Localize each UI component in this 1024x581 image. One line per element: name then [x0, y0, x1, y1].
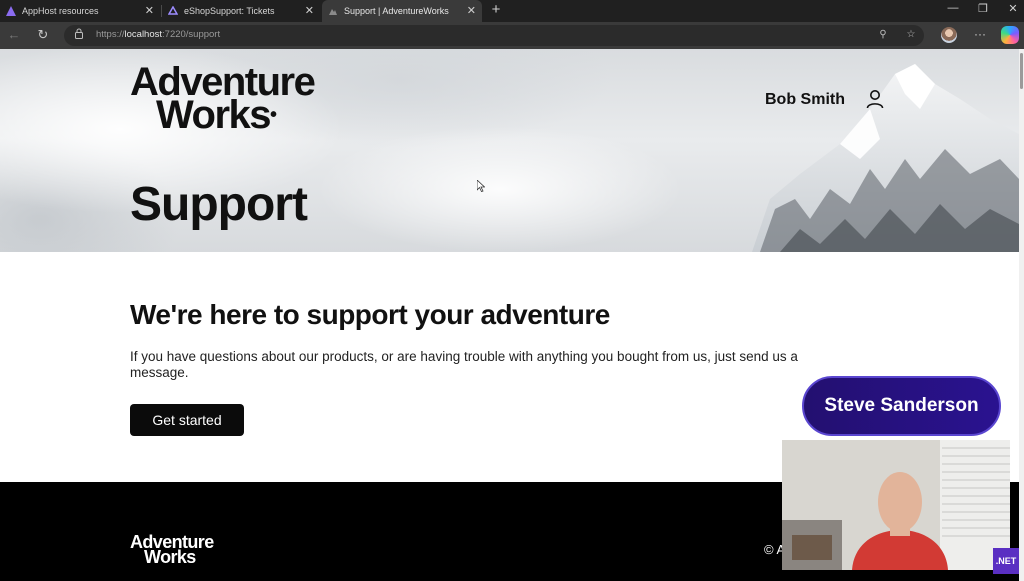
browser-tab-bar: AppHost resources ✕ eShopSupport: Ticket… — [0, 0, 1024, 22]
support-headline: We're here to support your adventure — [130, 299, 610, 330]
logo-line-2: Works — [156, 93, 272, 137]
zoom-icon[interactable]: ⚲ — [876, 28, 890, 42]
back-icon[interactable]: ← — [6, 27, 22, 43]
refresh-icon[interactable]: ↻ — [35, 27, 51, 43]
page-title: Support — [130, 178, 308, 231]
tab-title: eShopSupport: Tickets — [184, 6, 275, 16]
copilot-icon[interactable] — [1001, 26, 1019, 44]
blazor-icon — [167, 5, 179, 16]
presenter-video-frame — [782, 440, 1010, 570]
url-scheme: https:// — [96, 29, 125, 40]
aspire-icon — [6, 6, 16, 16]
url-path: :7220/support — [162, 29, 221, 40]
window-close-icon[interactable]: ✕ — [1003, 2, 1023, 15]
profile-avatar[interactable] — [941, 27, 957, 43]
close-icon[interactable]: ✕ — [145, 4, 154, 17]
dotnet-badge: .NET — [993, 548, 1019, 574]
footer-logo[interactable]: Adventure Works — [130, 533, 214, 567]
close-icon[interactable]: ✕ — [467, 4, 476, 17]
tab-title: Support | AdventureWorks — [344, 6, 449, 16]
mouse-cursor-icon — [477, 180, 485, 192]
address-bar[interactable]: https://localhost:7220/support ⚲ ☆ — [64, 25, 924, 46]
footer-logo-line-2: Works — [144, 547, 196, 567]
site-logo[interactable]: Adventure Works• — [130, 62, 316, 135]
support-description: If you have questions about our products… — [130, 349, 798, 380]
user-icon[interactable] — [866, 89, 884, 109]
tab-eshopsupport-tickets[interactable]: eShopSupport: Tickets ✕ — [162, 0, 320, 22]
tab-support-adventureworks[interactable]: Support | AdventureWorks ✕ — [322, 0, 482, 22]
hero-banner: Adventure Works• Bob Smith Support — [0, 49, 1019, 252]
tab-title: AppHost resources — [22, 6, 99, 16]
restore-icon[interactable]: ❐ — [973, 2, 993, 15]
presenter-video — [782, 440, 1010, 570]
favorite-star-icon[interactable]: ☆ — [904, 28, 918, 42]
scrollbar-thumb[interactable] — [1020, 53, 1023, 89]
page-icon — [328, 6, 338, 16]
user-name[interactable]: Bob Smith — [765, 91, 845, 109]
tab-apphost-resources[interactable]: AppHost resources ✕ — [0, 0, 160, 22]
lock-icon[interactable] — [74, 28, 88, 42]
presenter-name-badge: Steve Sanderson — [802, 376, 1001, 436]
minimize-icon[interactable]: — — [943, 2, 963, 14]
browser-toolbar: ← ↻ https://localhost:7220/support ⚲ ☆ ·… — [0, 22, 1024, 49]
new-tab-icon[interactable]: + — [488, 2, 504, 18]
logo-dot: • — [270, 104, 277, 126]
more-icon[interactable]: ··· — [972, 27, 988, 41]
url-text[interactable]: https://localhost:7220/support — [96, 29, 220, 40]
close-icon[interactable]: ✕ — [305, 4, 314, 17]
page-scrollbar[interactable] — [1019, 49, 1024, 581]
get-started-button[interactable]: Get started — [130, 404, 244, 436]
url-host: localhost — [124, 29, 163, 40]
